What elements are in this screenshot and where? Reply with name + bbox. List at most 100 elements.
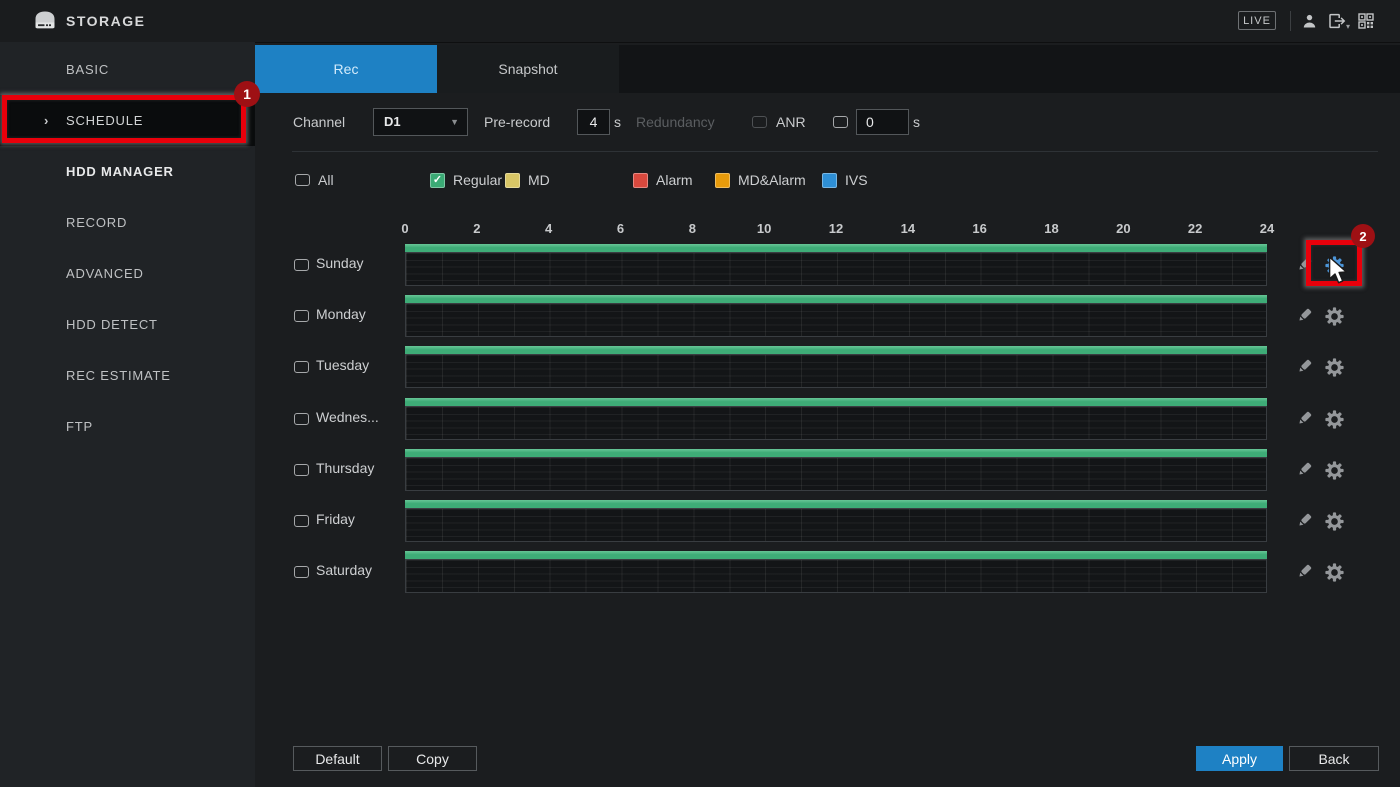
pre-record-unit: s (614, 108, 621, 136)
recorded-period-lane (405, 346, 1267, 354)
period-bar-regular (405, 449, 1267, 457)
apply-button[interactable]: Apply (1196, 746, 1283, 771)
hour-tick-18: 18 (1044, 221, 1058, 236)
day-checkbox[interactable] (294, 566, 309, 578)
hour-tick-10: 10 (757, 221, 771, 236)
anr-value-input[interactable] (856, 109, 909, 135)
hour-tick-2: 2 (473, 221, 480, 236)
anr-checkbox[interactable] (833, 116, 848, 128)
record-type-checkbox[interactable] (822, 173, 837, 188)
day-checkbox[interactable] (294, 259, 309, 271)
mouse-cursor (1327, 256, 1349, 291)
channel-value: D1 (384, 114, 401, 129)
record-type-checkbox[interactable] (715, 173, 730, 188)
topbar-divider (1290, 11, 1291, 31)
edit-period-button[interactable] (1294, 358, 1314, 378)
recorded-period-lane (405, 551, 1267, 559)
anr-label: ANR (776, 108, 806, 136)
live-button[interactable]: LIVE (1238, 11, 1276, 30)
tab-snapshot[interactable]: Snapshot (437, 45, 619, 93)
tab-rec[interactable]: Rec (255, 45, 437, 93)
legend-item-regular: ✓ Regular (430, 171, 502, 189)
qr-code-icon[interactable] (1358, 13, 1374, 32)
setting-gear-button[interactable] (1324, 410, 1344, 430)
annotation-step2-badge: 2 (1351, 224, 1375, 248)
day-timeline-grid[interactable] (405, 508, 1267, 542)
edit-period-button[interactable] (1294, 307, 1314, 327)
legend-item-md-alarm: MD&Alarm (715, 171, 806, 189)
setting-gear-button[interactable] (1324, 512, 1344, 532)
schedule-day-row-tuesday: Tuesday (0, 346, 1400, 390)
sidebar-item-basic[interactable]: › BASIC (0, 44, 255, 95)
day-checkbox[interactable] (294, 310, 309, 322)
period-bar-regular (405, 398, 1267, 406)
record-type-label: MD (528, 172, 550, 188)
day-checkbox[interactable] (294, 464, 309, 476)
edit-period-button[interactable] (1294, 563, 1314, 583)
edit-period-button[interactable] (1294, 512, 1314, 532)
anr-unit: s (913, 108, 920, 136)
setting-gear-button[interactable] (1324, 563, 1344, 583)
logout-caret-icon: ▾ (1346, 22, 1350, 31)
day-timeline-grid[interactable] (405, 354, 1267, 388)
hour-tick-22: 22 (1188, 221, 1202, 236)
period-bar-regular (405, 244, 1267, 252)
hour-axis: 024681012141618202224 (405, 221, 1267, 237)
nvr-storage-window: STORAGE LIVE ▾ (0, 0, 1400, 787)
legend-item-alarm: Alarm (633, 171, 693, 189)
setting-gear-button[interactable] (1324, 358, 1344, 378)
record-type-label: Alarm (656, 172, 693, 188)
sidebar-item-hdd-manager[interactable]: › HDD MANAGER (0, 146, 255, 197)
hour-tick-24: 24 (1260, 221, 1274, 236)
legend-item-md: MD (505, 171, 550, 189)
schedule-day-row-friday: Friday (0, 500, 1400, 544)
day-label: Tuesday (316, 357, 369, 373)
period-bar-regular (405, 551, 1267, 559)
recorded-period-lane (405, 449, 1267, 457)
day-checkbox[interactable] (294, 413, 309, 425)
back-button[interactable]: Back (1289, 746, 1379, 771)
pre-record-input[interactable] (577, 109, 610, 135)
edit-period-button[interactable] (1294, 410, 1314, 430)
day-timeline-grid[interactable] (405, 303, 1267, 337)
record-type-checkbox[interactable] (505, 173, 520, 188)
copy-button[interactable]: Copy (388, 746, 477, 771)
day-checkbox[interactable] (294, 361, 309, 373)
sidebar-item-label: BASIC (66, 62, 109, 77)
recorded-period-lane (405, 295, 1267, 303)
channel-select[interactable]: D1 ▼ (373, 108, 468, 136)
record-type-label: Regular (453, 172, 502, 188)
tab-strip: RecSnapshot (255, 45, 1400, 93)
schedule-day-row-monday: Monday (0, 295, 1400, 339)
day-checkbox[interactable] (294, 515, 309, 527)
page-title: STORAGE (66, 0, 145, 42)
day-timeline-grid[interactable] (405, 252, 1267, 286)
redundancy-checkbox[interactable] (752, 116, 767, 128)
record-type-checkbox[interactable] (633, 173, 648, 188)
period-bar-regular (405, 346, 1267, 354)
recorded-period-lane (405, 398, 1267, 406)
record-type-label: MD&Alarm (738, 172, 806, 188)
default-button[interactable]: Default (293, 746, 382, 771)
day-timeline-grid[interactable] (405, 457, 1267, 491)
day-label: Friday (316, 511, 355, 527)
annotation-step1-badge: 1 (234, 81, 260, 107)
hour-tick-20: 20 (1116, 221, 1130, 236)
edit-period-button[interactable] (1294, 461, 1314, 481)
record-type-checkbox[interactable]: ✓ (430, 173, 445, 188)
schedule-day-row-wednes: Wednes... (0, 398, 1400, 442)
sidebar-item-record[interactable]: › RECORD (0, 197, 255, 248)
all-checkbox[interactable] (295, 174, 310, 186)
setting-gear-button[interactable] (1324, 307, 1344, 327)
day-timeline-grid[interactable] (405, 406, 1267, 440)
logout-icon[interactable]: ▾ (1328, 13, 1350, 32)
storage-drive-icon (32, 9, 58, 37)
user-icon[interactable] (1302, 13, 1317, 32)
day-timeline-grid[interactable] (405, 559, 1267, 593)
period-bar-regular (405, 295, 1267, 303)
pre-record-label: Pre-record (484, 108, 550, 136)
setting-gear-button[interactable] (1324, 461, 1344, 481)
title-bar: STORAGE LIVE ▾ (0, 0, 1400, 43)
hour-tick-0: 0 (401, 221, 408, 236)
channel-label: Channel (293, 108, 345, 136)
